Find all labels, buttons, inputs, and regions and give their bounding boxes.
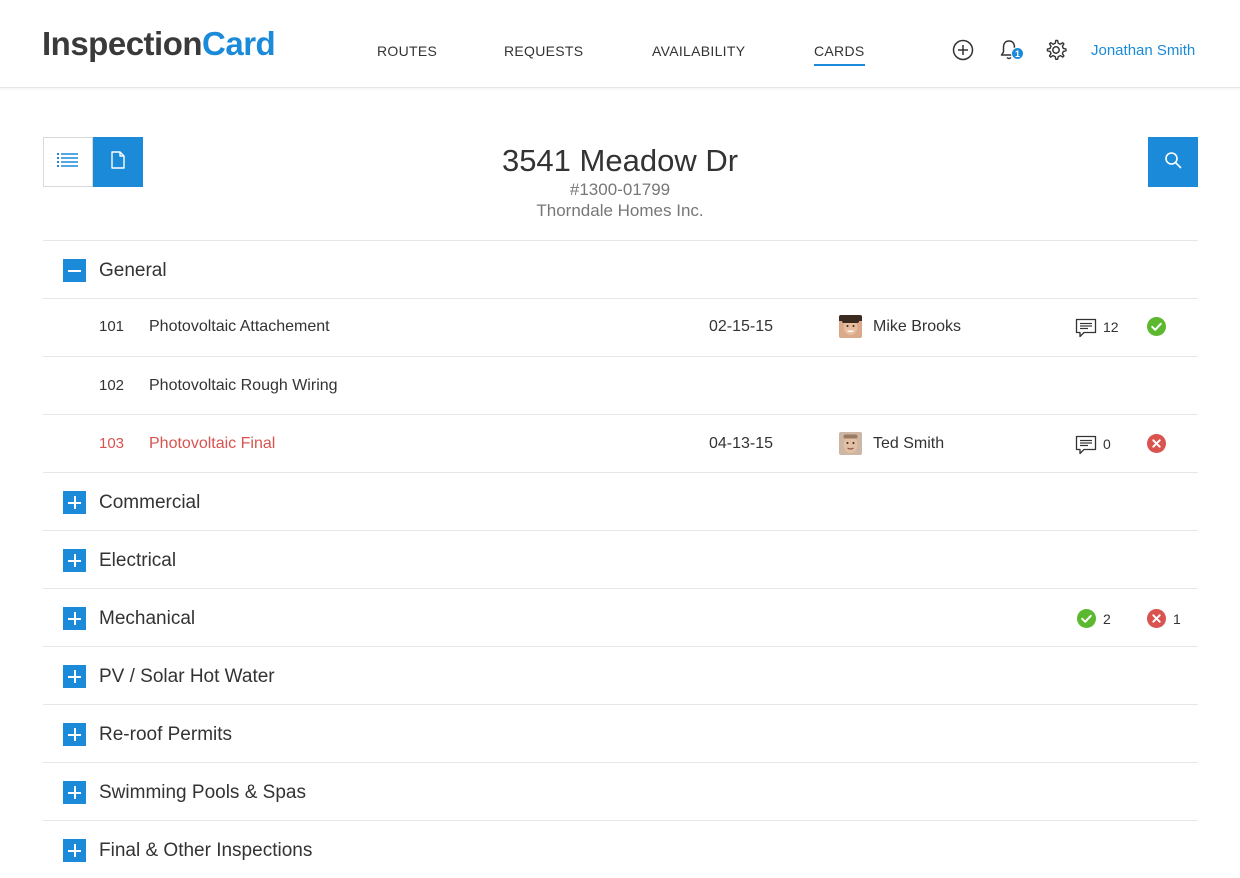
section-label: Swimming Pools & Spas	[99, 782, 306, 803]
card-view-button[interactable]	[93, 137, 143, 187]
x-circle-icon	[1147, 434, 1166, 453]
user-menu[interactable]: Jonathan Smith	[1091, 42, 1195, 60]
permit-number: #1300-01799	[569, 180, 671, 199]
property-header: 3541 Meadow Dr #1300-01799 Thorndale Hom…	[420, 142, 820, 221]
inspection-row[interactable]: 103 Photovoltaic Final 04-13-15 Ted Smit…	[43, 414, 1198, 472]
inspector-avatar	[839, 315, 862, 338]
passed-count: 2	[1103, 611, 1111, 627]
comment-icon[interactable]	[1075, 434, 1097, 456]
inspection-date: 02-15-15	[709, 318, 774, 335]
expand-icon[interactable]	[63, 607, 86, 630]
nav-availability[interactable]: AVAILABILITY	[652, 42, 745, 60]
document-icon	[111, 150, 125, 174]
expand-icon[interactable]	[63, 781, 86, 804]
inspection-row[interactable]: 101 Photovoltaic Attachement 02-15-15 Mi…	[43, 298, 1198, 356]
search-icon	[1164, 151, 1182, 174]
gear-icon[interactable]	[1044, 38, 1068, 62]
inspection-row[interactable]: 102 Photovoltaic Rough Wiring	[43, 356, 1198, 414]
top-navigation-bar: InspectionCard ROUTES REQUESTS AVAILABIL…	[0, 0, 1240, 88]
section-final-other-inspections[interactable]: Final & Other Inspections	[43, 820, 1198, 878]
search-button[interactable]	[1148, 137, 1198, 187]
collapse-icon[interactable]	[63, 259, 86, 282]
list-icon	[57, 152, 79, 173]
comment-count: 0	[1103, 436, 1111, 452]
comment-icon[interactable]	[1075, 317, 1097, 339]
logo-text-part1: Inspection	[42, 25, 203, 62]
check-circle-icon	[1077, 609, 1096, 628]
section-label: PV / Solar Hot Water	[99, 666, 275, 687]
app-logo[interactable]: InspectionCard	[42, 24, 276, 64]
comment-count: 12	[1103, 319, 1119, 335]
inspector-name: Ted Smith	[873, 435, 945, 452]
section-pv-solar-hot-water[interactable]: PV / Solar Hot Water	[43, 646, 1198, 704]
inspection-name: Photovoltaic Final	[149, 435, 276, 452]
section-label: Electrical	[99, 550, 177, 571]
inspection-date: 04-13-15	[709, 435, 774, 452]
section-general[interactable]: General	[43, 240, 1198, 298]
section-label: Re-roof Permits	[99, 724, 233, 745]
section-label: General	[99, 260, 167, 281]
section-re-roof-permits[interactable]: Re-roof Permits	[43, 704, 1198, 762]
section-electrical[interactable]: Electrical	[43, 530, 1198, 588]
failed-count: 1	[1173, 611, 1181, 627]
nav-routes[interactable]: ROUTES	[377, 42, 437, 60]
notification-badge: 1	[1011, 47, 1024, 60]
section-label: Mechanical	[99, 608, 196, 629]
x-circle-icon	[1147, 609, 1166, 628]
inspector-avatar	[839, 432, 862, 455]
check-circle-icon	[1147, 317, 1166, 336]
inspection-number: 101	[99, 318, 125, 335]
plus-circle-icon[interactable]	[951, 38, 975, 62]
logo-text-part2: Card	[202, 25, 276, 62]
section-label: Commercial	[99, 492, 201, 513]
list-view-button[interactable]	[43, 137, 93, 187]
section-swimming-pools-spas[interactable]: Swimming Pools & Spas	[43, 762, 1198, 820]
inspector-name: Mike Brooks	[873, 318, 962, 335]
nav-requests[interactable]: REQUESTS	[504, 42, 583, 60]
expand-icon[interactable]	[63, 491, 86, 514]
property-address: 3541 Meadow Dr	[501, 143, 739, 178]
section-commercial[interactable]: Commercial	[43, 472, 1198, 530]
inspection-number: 102	[99, 377, 125, 394]
section-mechanical[interactable]: Mechanical 2 1	[43, 588, 1198, 646]
inspection-name: Photovoltaic Rough Wiring	[149, 377, 338, 394]
expand-icon[interactable]	[63, 665, 86, 688]
expand-icon[interactable]	[63, 839, 86, 862]
inspection-name: Photovoltaic Attachement	[149, 318, 330, 335]
section-label: Final & Other Inspections	[99, 840, 313, 861]
nav-cards[interactable]: CARDS	[814, 42, 865, 66]
inspection-number: 103	[99, 435, 125, 452]
builder-name: Thorndale Homes Inc.	[536, 201, 704, 220]
expand-icon[interactable]	[63, 723, 86, 746]
expand-icon[interactable]	[63, 549, 86, 572]
